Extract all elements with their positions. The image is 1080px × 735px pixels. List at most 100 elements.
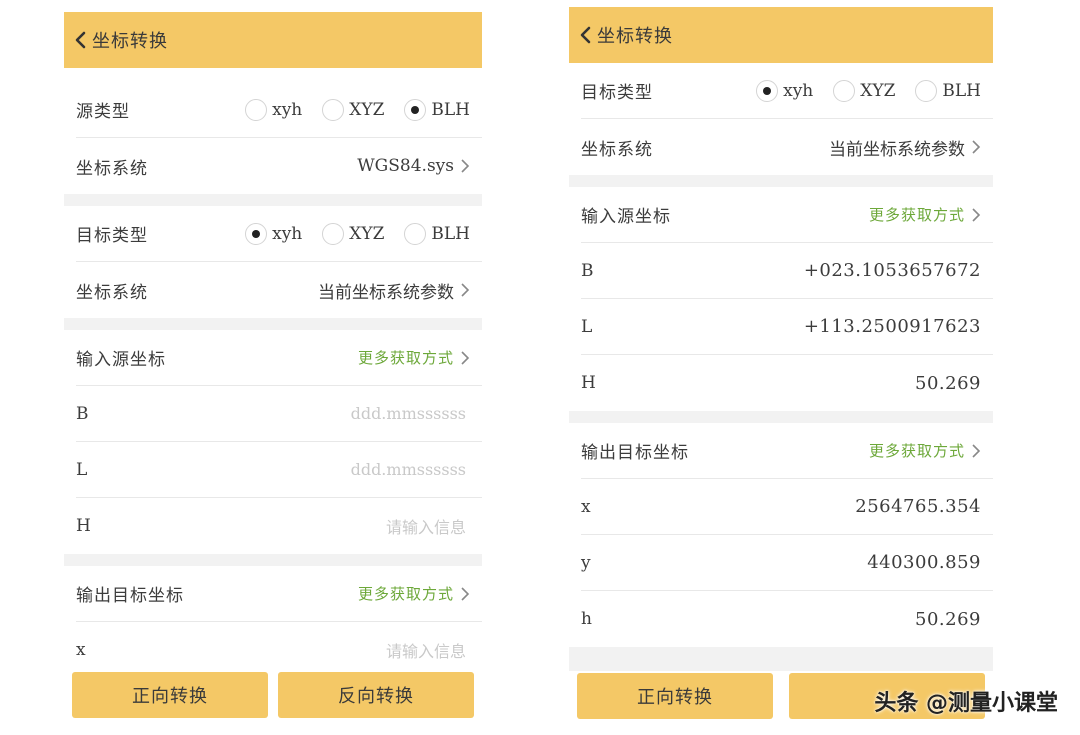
system-parameter-name: 当前坐标系统参数 [318, 282, 454, 303]
radio-circle-selected[interactable] [404, 98, 427, 121]
chevron-left-icon[interactable] [577, 25, 595, 45]
x-input[interactable]: 请输入信息 [386, 638, 470, 662]
input-source-header-row: 输入源坐标 更多获取方式 [76, 330, 482, 386]
coordinate-system-label: 坐标系统 [76, 158, 148, 179]
h-input[interactable]: 50.269 [915, 373, 981, 394]
target-system-row[interactable]: 坐标系统 当前坐标系统参数 [76, 262, 482, 318]
target-type-row: 目标类型 xyh XYZ BLH [581, 63, 993, 119]
field-label: L [76, 459, 89, 480]
output-target-section: 输出目标坐标 更多获取方式 x 2564765.354 y 440300.859… [569, 423, 993, 647]
section-title: 输入源坐标 [581, 207, 671, 227]
field-label: B [581, 260, 595, 281]
forward-convert-button[interactable]: 正向转换 [72, 672, 268, 718]
content-area: 目标类型 xyh XYZ BLH 坐标系统 当前坐标系统参数 输入源坐标 更多获… [569, 63, 993, 673]
target-section: 目标类型 xyh XYZ BLH 坐标系统 当前坐标系统参数 [569, 63, 993, 175]
radio-circle[interactable] [915, 79, 938, 102]
action-bar: 正向转换 反向转换 [64, 670, 482, 722]
more-methods-label: 更多获取方式 [357, 349, 454, 367]
radio-circle[interactable] [404, 222, 427, 245]
radio-blh[interactable]: BLH [404, 98, 470, 121]
source-section: 源类型 xyh XYZ BLH 坐标系统 WGS84.sys [64, 82, 482, 194]
input-row-b: B ddd.mmssssss [76, 386, 482, 442]
more-methods-link[interactable]: 更多获取方式 [869, 204, 981, 225]
field-label: B [76, 403, 90, 424]
radio-circle-selected[interactable] [756, 79, 779, 102]
target-type-radio-group: xyh XYZ BLH [736, 79, 981, 102]
h-output[interactable]: 50.269 [915, 609, 981, 630]
l-input[interactable]: +113.2500917623 [804, 316, 981, 337]
target-type-row: 目标类型 xyh XYZ BLH [76, 206, 482, 262]
x-output[interactable]: 2564765.354 [855, 496, 981, 517]
content-area: 源类型 xyh XYZ BLH 坐标系统 WGS84.sys 目标类型 xyh … [64, 82, 482, 678]
coordinate-system-value[interactable]: 当前坐标系统参数 [829, 135, 981, 160]
radio-dot [252, 229, 261, 238]
chevron-right-icon [972, 140, 981, 154]
radio-label: xyh [272, 223, 303, 244]
chevron-right-icon [461, 159, 470, 173]
radio-dot [411, 105, 420, 114]
radio-label: XYZ [860, 80, 896, 101]
more-methods-label: 更多获取方式 [868, 206, 965, 224]
radio-circle[interactable] [833, 79, 856, 102]
more-methods-link[interactable]: 更多获取方式 [358, 347, 470, 368]
radio-dot [763, 86, 772, 95]
chevron-right-icon [461, 350, 470, 365]
page-title: 坐标转换 [597, 26, 673, 47]
input-row-h: H 请输入信息 [76, 498, 482, 554]
phone-screen-left: 坐标转换 源类型 xyh XYZ BLH 坐标系统 WGS84.sys 目标类型… [64, 12, 482, 722]
field-label: L [581, 316, 594, 337]
source-type-label: 源类型 [76, 102, 130, 122]
coordinate-system-value[interactable]: WGS84.sys [357, 156, 470, 176]
input-row-b: B +023.1053657672 [581, 243, 993, 299]
coordinate-system-label: 坐标系统 [76, 282, 148, 303]
output-row-h: h 50.269 [581, 591, 993, 647]
radio-blh[interactable]: BLH [404, 222, 470, 245]
radio-xyh[interactable]: xyh [245, 222, 303, 245]
input-row-l: L +113.2500917623 [581, 299, 993, 355]
radio-xyh[interactable]: xyh [245, 98, 302, 121]
radio-label: BLH [431, 223, 470, 244]
input-source-section: 输入源坐标 更多获取方式 B ddd.mmssssss L ddd.mmssss… [64, 330, 482, 554]
more-methods-link[interactable]: 更多获取方式 [869, 440, 981, 461]
chevron-right-icon [972, 443, 981, 458]
forward-convert-button[interactable]: 正向转换 [577, 673, 773, 719]
more-methods-link[interactable]: 更多获取方式 [358, 583, 470, 604]
source-type-row: 源类型 xyh XYZ BLH [76, 82, 482, 138]
field-label: H [581, 373, 597, 393]
system-parameter-name: 当前坐标系统参数 [829, 139, 965, 160]
input-source-section: 输入源坐标 更多获取方式 B +023.1053657672 L +113.25… [569, 187, 993, 411]
chevron-left-icon[interactable] [72, 30, 90, 50]
h-input[interactable]: 请输入信息 [386, 514, 470, 538]
output-target-header-row: 输出目标坐标 更多获取方式 [76, 566, 482, 622]
radio-xyz[interactable]: XYZ [322, 98, 384, 121]
page-title: 坐标转换 [92, 31, 168, 52]
radio-circle[interactable] [322, 98, 345, 121]
radio-circle-selected[interactable] [245, 222, 268, 245]
l-input[interactable]: ddd.mmssssss [351, 460, 470, 479]
radio-circle[interactable] [322, 222, 345, 245]
chevron-right-icon [461, 586, 470, 601]
radio-xyz[interactable]: XYZ [833, 79, 896, 102]
output-row-x: x 2564765.354 [581, 479, 993, 535]
radio-blh[interactable]: BLH [915, 79, 981, 102]
y-output[interactable]: 440300.859 [867, 552, 981, 573]
output-target-section: 输出目标坐标 更多获取方式 x 请输入信息 [64, 566, 482, 678]
radio-xyz[interactable]: XYZ [322, 222, 385, 245]
radio-circle[interactable] [245, 98, 268, 121]
radio-xyh[interactable]: xyh [756, 79, 813, 102]
b-input[interactable]: +023.1053657672 [804, 260, 981, 281]
b-input[interactable]: ddd.mmssssss [351, 404, 470, 423]
input-row-l: L ddd.mmssssss [76, 442, 482, 498]
source-type-radio-group: xyh XYZ BLH [225, 98, 470, 121]
target-system-row[interactable]: 坐标系统 当前坐标系统参数 [581, 119, 993, 175]
output-row-y: y 440300.859 [581, 535, 993, 591]
coordinate-system-value[interactable]: 当前坐标系统参数 [318, 278, 470, 303]
radio-label: XYZ [349, 223, 385, 244]
field-label: h [581, 609, 593, 629]
field-label: x [76, 640, 87, 660]
source-system-row[interactable]: 坐标系统 WGS84.sys [76, 138, 482, 194]
radio-label: BLH [942, 80, 981, 101]
reverse-convert-button[interactable]: 反向转换 [278, 672, 474, 718]
field-label: x [581, 496, 592, 517]
field-label: y [581, 552, 592, 573]
